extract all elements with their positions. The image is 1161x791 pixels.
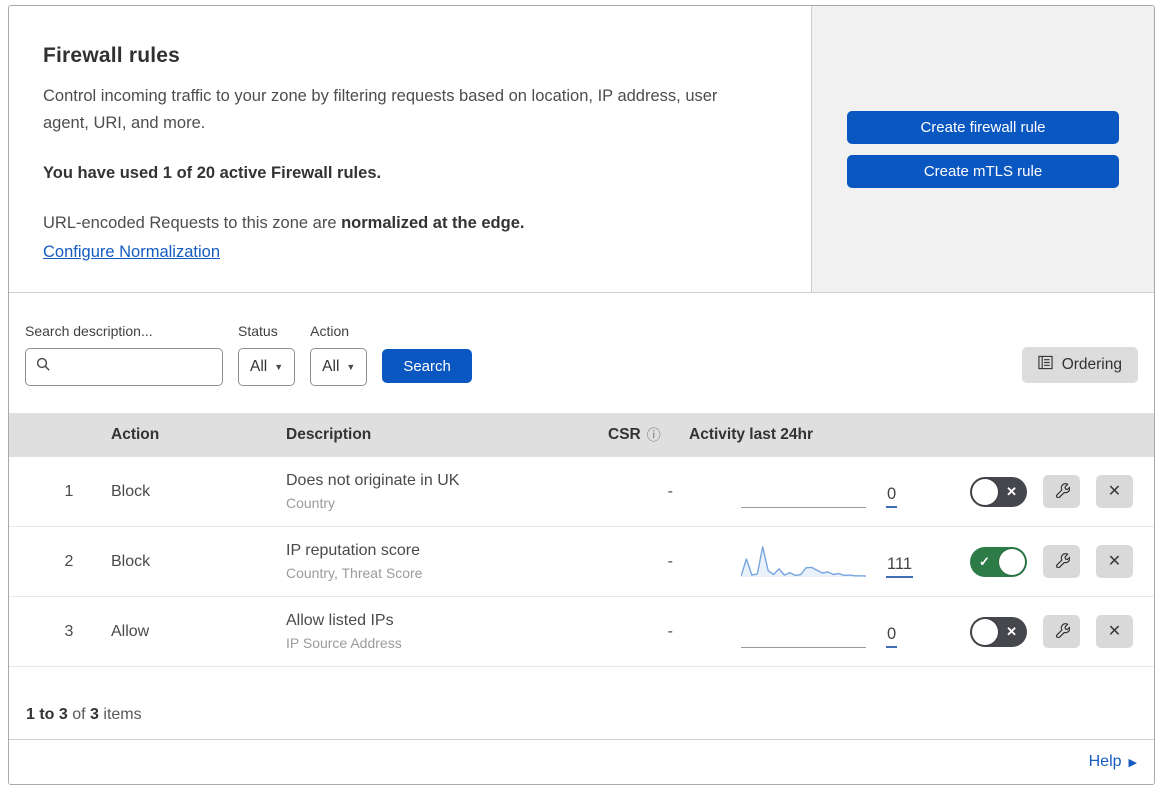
actions-panel: Create firewall rule Create mTLS rule	[812, 6, 1154, 292]
edit-rule-button[interactable]	[1043, 475, 1080, 508]
intro-section: Firewall rules Control incoming traffic …	[9, 6, 1154, 293]
rule-priority: 1	[64, 482, 74, 500]
toggle-state-icon: ✕	[1006, 624, 1017, 639]
toggle-knob	[972, 618, 998, 645]
search-input[interactable]	[25, 348, 223, 386]
chevron-down-icon: ▼	[346, 362, 356, 372]
edit-rule-button[interactable]	[1043, 545, 1080, 578]
close-icon: ✕	[1107, 552, 1122, 570]
chevron-down-icon: ▼	[274, 362, 284, 372]
wrench-icon	[1054, 622, 1070, 641]
status-filter-group: Status All ▼	[238, 323, 296, 386]
table-row: 2 Block IP reputation score Country, Thr…	[9, 527, 1154, 597]
edit-rule-button[interactable]	[1043, 615, 1080, 648]
rule-controls: ✕ ✕	[939, 615, 1154, 648]
filter-bar: Search description... Status All ▼ Actio…	[9, 293, 1154, 413]
action-label: Action	[310, 323, 350, 339]
rule-fields: Country	[286, 495, 336, 511]
status-dropdown[interactable]: All ▼	[238, 348, 296, 386]
help-link[interactable]: Help ▶	[1089, 753, 1137, 771]
help-section: Help ▶	[9, 740, 1154, 784]
search-icon	[36, 357, 51, 377]
rule-priority: 2	[64, 552, 74, 570]
ordering-button[interactable]: Ordering	[1021, 347, 1138, 383]
table-row: 1 Block Does not originate in UK Country…	[9, 457, 1154, 527]
rule-fields: Country, Threat Score	[286, 565, 423, 581]
rule-description-cell: IP reputation score Country, Threat Scor…	[286, 542, 589, 581]
create-mtls-rule-button[interactable]: Create mTLS rule	[847, 154, 1119, 188]
rule-controls: ✓ ✕	[939, 545, 1154, 578]
rule-activity-cell: 111	[689, 527, 939, 596]
search-group: Search description...	[25, 323, 223, 386]
rule-fields: IP Source Address	[286, 635, 402, 651]
delete-rule-button[interactable]: ✕	[1096, 615, 1133, 648]
rule-enabled-toggle[interactable]: ✓	[970, 546, 1027, 577]
search-label: Search description...	[25, 323, 153, 339]
status-label: Status	[238, 323, 278, 339]
toggle-state-icon: ✓	[979, 554, 990, 569]
rule-description-cell: Does not originate in UK Country	[286, 472, 589, 511]
usage-notice: You have used 1 of 20 active Firewall ru…	[43, 164, 382, 182]
rule-description: Allow listed IPs	[286, 612, 394, 629]
table-row: 3 Allow Allow listed IPs IP Source Addre…	[9, 597, 1154, 667]
rule-controls: ✕ ✕	[939, 475, 1154, 508]
header-csr: CSR ⓘ	[608, 425, 661, 445]
rule-action: Allow	[111, 622, 150, 640]
header-description: Description	[286, 426, 372, 443]
activity-sparkline	[741, 544, 866, 578]
header-action: Action	[111, 426, 160, 443]
configure-normalization-link[interactable]: Configure Normalization	[43, 243, 220, 262]
toggle-knob	[972, 478, 998, 505]
table-header: Action Description CSR ⓘ Activity last 2…	[9, 413, 1154, 457]
firewall-rules-panel: Firewall rules Control incoming traffic …	[8, 5, 1155, 785]
activity-count-link[interactable]: 0	[886, 625, 898, 648]
delete-rule-button[interactable]: ✕	[1096, 545, 1133, 578]
action-dropdown[interactable]: All ▼	[310, 348, 368, 386]
normalization-notice: URL-encoded Requests to this zone are no…	[43, 214, 525, 232]
ordering-list-icon	[1038, 355, 1053, 375]
wrench-icon	[1054, 482, 1070, 501]
toggle-knob	[999, 548, 1025, 575]
rule-description-cell: Allow listed IPs IP Source Address	[286, 612, 589, 651]
rule-csr: -	[667, 482, 673, 500]
close-icon: ✕	[1107, 482, 1122, 500]
activity-sparkline	[741, 474, 866, 508]
create-firewall-rule-button[interactable]: Create firewall rule	[847, 110, 1119, 144]
pagination-status: 1 to 3 of 3 items	[9, 667, 1154, 740]
rule-action: Block	[111, 482, 151, 500]
intro-text-card: Firewall rules Control incoming traffic …	[9, 6, 812, 292]
rule-csr: -	[667, 552, 673, 570]
search-text-field[interactable]	[59, 358, 212, 376]
activity-sparkline	[741, 614, 866, 648]
close-icon: ✕	[1107, 622, 1122, 640]
rule-description: Does not originate in UK	[286, 472, 460, 489]
page-description: Control incoming traffic to your zone by…	[43, 87, 718, 132]
rule-activity-cell: 0	[689, 457, 939, 526]
activity-count-link[interactable]: 111	[886, 555, 914, 578]
rule-csr: -	[667, 622, 673, 640]
rule-enabled-toggle[interactable]: ✕	[970, 476, 1027, 507]
rule-priority: 3	[64, 622, 74, 640]
search-button[interactable]: Search	[382, 349, 472, 383]
info-icon[interactable]: ⓘ	[647, 425, 661, 445]
help-arrow-icon: ▶	[1128, 756, 1137, 769]
page-title: Firewall rules	[43, 44, 181, 67]
delete-rule-button[interactable]: ✕	[1096, 475, 1133, 508]
rule-activity-cell: 0	[689, 597, 939, 666]
rule-action: Block	[111, 552, 151, 570]
toggle-state-icon: ✕	[1006, 484, 1017, 499]
activity-count-link[interactable]: 0	[886, 485, 898, 508]
action-filter-group: Action All ▼	[310, 323, 368, 386]
rule-description: IP reputation score	[286, 542, 421, 559]
header-activity: Activity last 24hr	[689, 426, 814, 443]
rule-enabled-toggle[interactable]: ✕	[970, 616, 1027, 647]
wrench-icon	[1054, 552, 1070, 571]
